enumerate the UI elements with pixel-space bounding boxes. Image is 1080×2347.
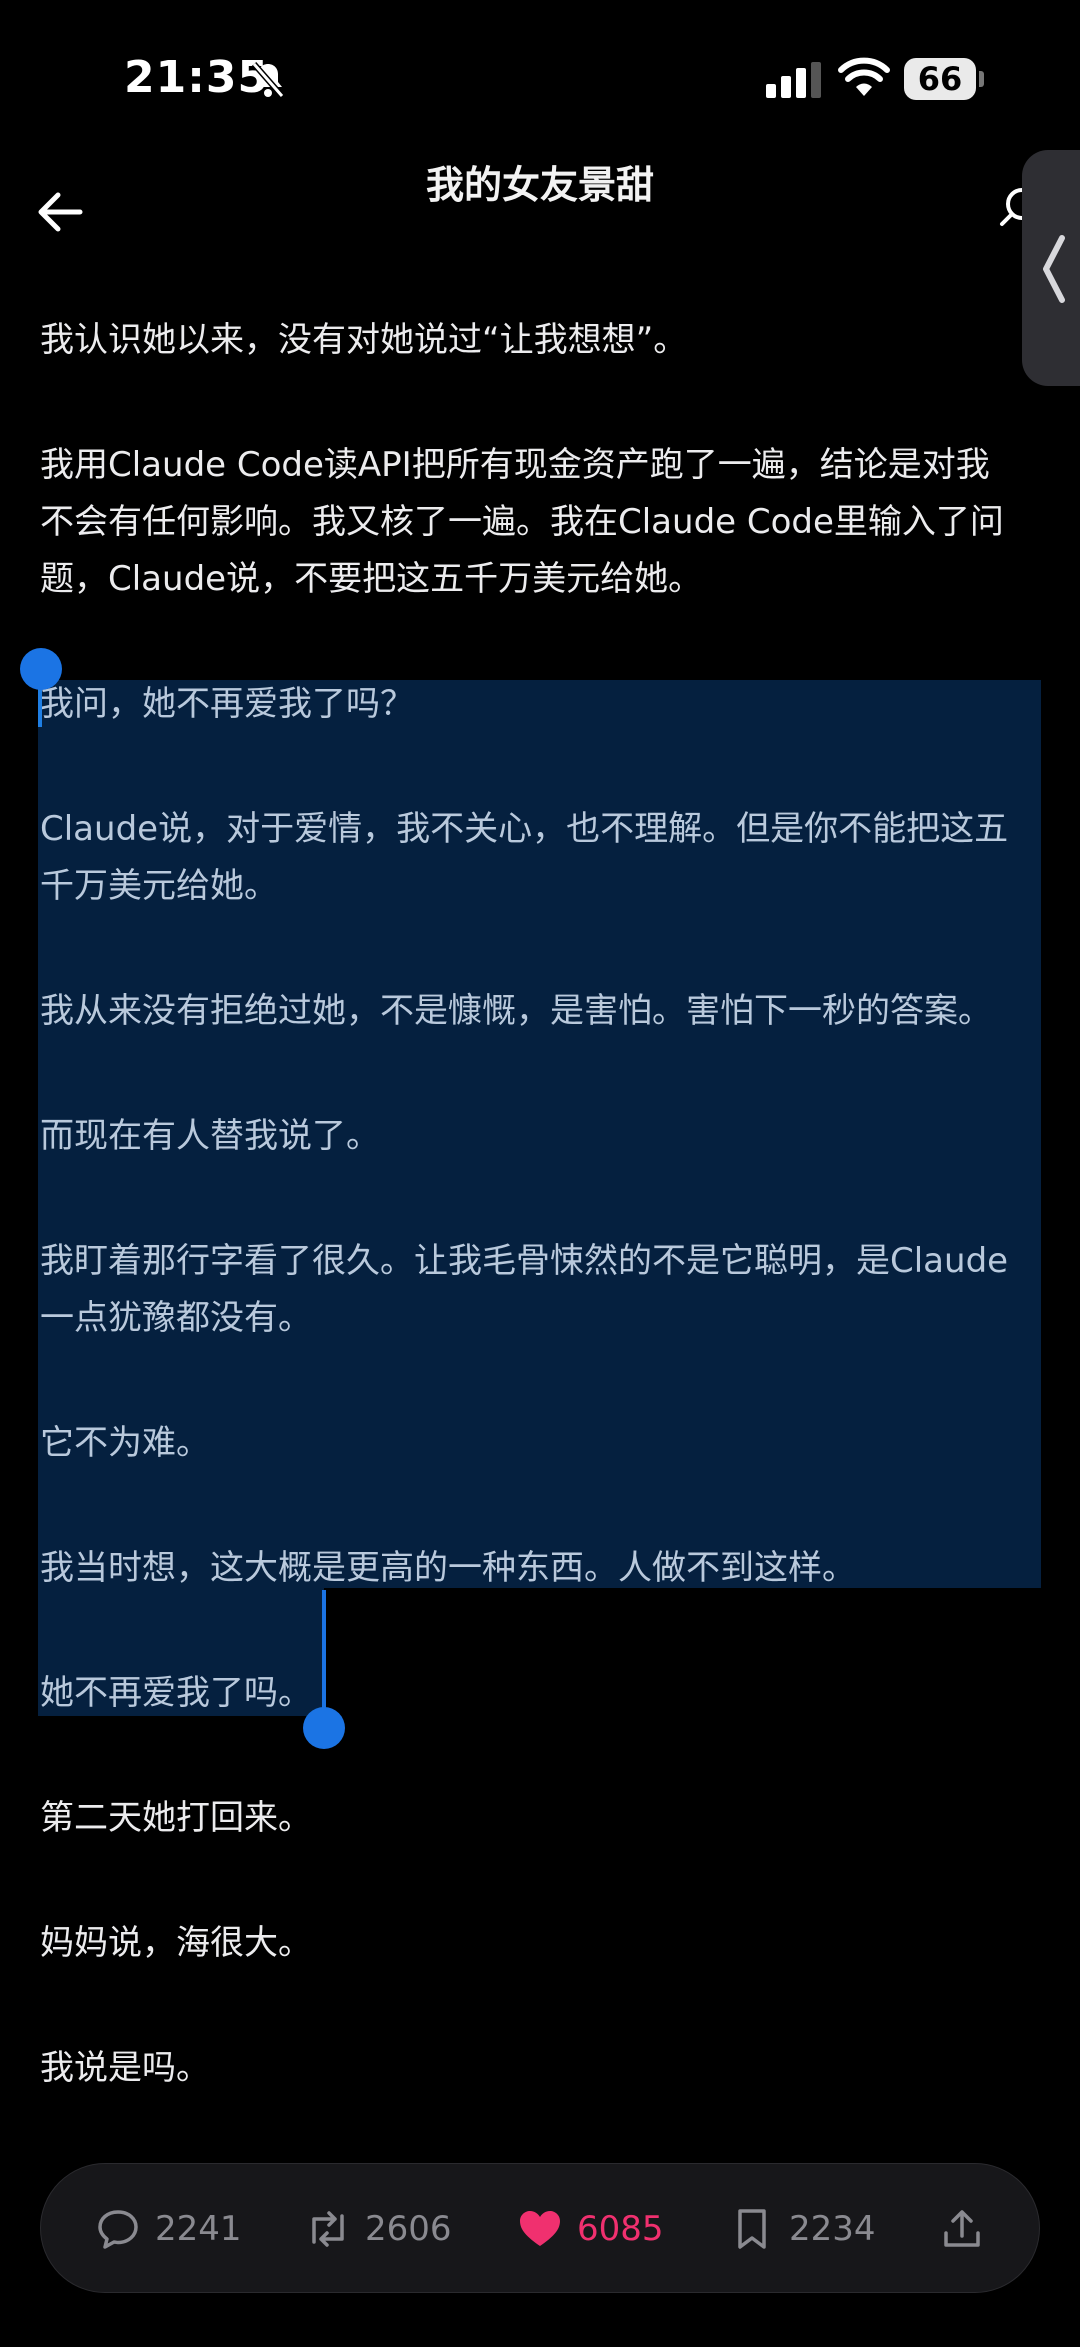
wifi-icon	[838, 57, 890, 96]
repost-button[interactable]: 2606	[305, 2164, 452, 2294]
paragraph: 千万美元给她。	[40, 866, 278, 906]
selection-end-handle[interactable]	[303, 1707, 345, 1749]
bell-slash-icon	[251, 62, 285, 98]
selection-start-handle[interactable]	[20, 648, 62, 690]
bookmark-count: 2234	[789, 2209, 876, 2249]
share-icon	[944, 2210, 980, 2247]
paragraph: 第二天她打回来。	[40, 1798, 312, 1838]
signal-icon	[766, 62, 821, 98]
paragraph: Claude说，对于爱情，我不关心，也不理解。但是你不能把这五	[40, 809, 1009, 849]
like-button[interactable]: 6085	[517, 2164, 664, 2294]
bookmark-icon	[738, 2209, 766, 2249]
paragraph: 我盯着那行字看了很久。让我毛骨悚然的不是它聪明，是Claude	[40, 1241, 1009, 1281]
share-button[interactable]	[939, 2164, 985, 2294]
paragraph: 我用Claude Code读API把所有现金资产跑了一遍，结论是对我	[40, 445, 990, 485]
paragraph: 不会有任何影响。我又核了一遍。我在Claude Code里输入了问	[40, 502, 1004, 542]
paragraph: 而现在有人替我说了。	[40, 1116, 380, 1156]
paragraph: 它不为难。	[40, 1423, 210, 1463]
battery-level: 66	[917, 60, 963, 98]
reply-button[interactable]: 2241	[95, 2164, 242, 2294]
chevron-left-icon	[1043, 235, 1065, 303]
heart-icon	[520, 2211, 560, 2246]
paragraph: 她不再爱我了吗。	[40, 1673, 312, 1713]
selection-end-caret	[322, 1590, 326, 1720]
reply-icon	[98, 2210, 138, 2249]
paragraph: 我说是吗。	[40, 2048, 210, 2088]
paragraph: 题，Claude说，不要把这五千万美元给她。	[40, 559, 703, 599]
page-title: 我的女友景甜	[425, 163, 654, 207]
repost-count: 2606	[365, 2209, 452, 2249]
bookmark-button[interactable]: 2234	[729, 2164, 876, 2294]
paragraph: 我认识她以来，没有对她说过“让我想想”。	[40, 320, 688, 360]
reply-count: 2241	[155, 2209, 242, 2249]
action-toolbar: 2241 2606 6085 2234	[40, 2163, 1040, 2293]
battery-indicator: 66	[904, 58, 984, 100]
screen: 21:35 66 我的女友景甜 我认识她以来，没有对她说过“让我想想”。 我用C…	[0, 0, 1080, 2347]
paragraph: 一点犹豫都没有。	[40, 1298, 312, 1338]
status-bar: 21:35 66	[0, 0, 1080, 140]
paragraph: 我当时想，这大概是更高的一种东西。人做不到这样。	[40, 1548, 856, 1588]
like-count: 6085	[577, 2209, 664, 2249]
paragraph: 我从来没有拒绝过她，不是慷慨，是害怕。害怕下一秒的答案。	[40, 991, 992, 1031]
paragraph: 妈妈说，海很大。	[40, 1923, 312, 1963]
header: 我的女友景甜	[0, 140, 1080, 270]
repost-icon	[312, 2211, 344, 2247]
paragraph: 我问，她不再爱我了吗？	[40, 684, 414, 724]
